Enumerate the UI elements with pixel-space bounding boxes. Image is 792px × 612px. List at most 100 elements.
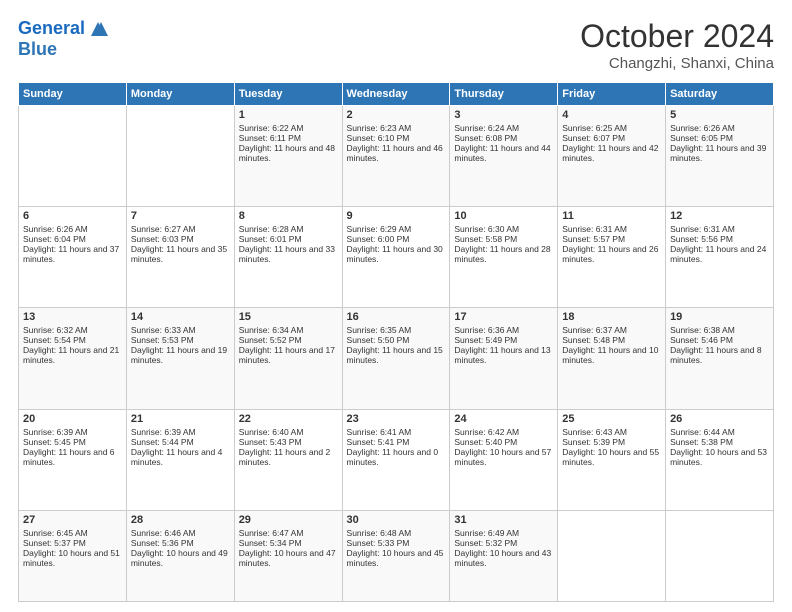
sunrise-text: Sunrise: 6:48 AM — [347, 528, 446, 538]
table-row — [19, 106, 127, 207]
sunset-text: Sunset: 5:43 PM — [239, 437, 338, 447]
table-row: 20 Sunrise: 6:39 AM Sunset: 5:45 PM Dayl… — [19, 409, 127, 510]
table-row: 5 Sunrise: 6:26 AM Sunset: 6:05 PM Dayli… — [666, 106, 774, 207]
table-row: 18 Sunrise: 6:37 AM Sunset: 5:48 PM Dayl… — [558, 308, 666, 409]
logo-text: General — [18, 19, 85, 39]
day-number: 23 — [347, 413, 446, 425]
logo: General Blue — [18, 18, 109, 60]
table-row: 16 Sunrise: 6:35 AM Sunset: 5:50 PM Dayl… — [342, 308, 450, 409]
sunrise-text: Sunrise: 6:35 AM — [347, 325, 446, 335]
day-number: 27 — [23, 514, 122, 526]
table-row: 22 Sunrise: 6:40 AM Sunset: 5:43 PM Dayl… — [234, 409, 342, 510]
sunrise-text: Sunrise: 6:30 AM — [454, 224, 553, 234]
table-row: 11 Sunrise: 6:31 AM Sunset: 5:57 PM Dayl… — [558, 207, 666, 308]
sunset-text: Sunset: 5:37 PM — [23, 538, 122, 548]
day-number: 29 — [239, 514, 338, 526]
daylight-text: Daylight: 11 hours and 39 minutes. — [670, 143, 769, 163]
daylight-text: Daylight: 11 hours and 48 minutes. — [239, 143, 338, 163]
table-row: 8 Sunrise: 6:28 AM Sunset: 6:01 PM Dayli… — [234, 207, 342, 308]
sunset-text: Sunset: 6:10 PM — [347, 133, 446, 143]
table-row: 19 Sunrise: 6:38 AM Sunset: 5:46 PM Dayl… — [666, 308, 774, 409]
sunset-text: Sunset: 5:34 PM — [239, 538, 338, 548]
title-block: October 2024 Changzhi, Shanxi, China — [580, 18, 774, 72]
day-number: 20 — [23, 413, 122, 425]
col-sunday: Sunday — [19, 83, 127, 106]
table-row: 6 Sunrise: 6:26 AM Sunset: 6:04 PM Dayli… — [19, 207, 127, 308]
day-number: 14 — [131, 311, 230, 323]
table-row: 3 Sunrise: 6:24 AM Sunset: 6:08 PM Dayli… — [450, 106, 558, 207]
daylight-text: Daylight: 10 hours and 49 minutes. — [131, 548, 230, 568]
sunset-text: Sunset: 5:44 PM — [131, 437, 230, 447]
sunset-text: Sunset: 6:03 PM — [131, 234, 230, 244]
daylight-text: Daylight: 10 hours and 51 minutes. — [23, 548, 122, 568]
daylight-text: Daylight: 11 hours and 28 minutes. — [454, 244, 553, 264]
day-number: 1 — [239, 109, 338, 121]
sunrise-text: Sunrise: 6:39 AM — [131, 427, 230, 437]
col-tuesday: Tuesday — [234, 83, 342, 106]
sunrise-text: Sunrise: 6:44 AM — [670, 427, 769, 437]
daylight-text: Daylight: 11 hours and 13 minutes. — [454, 345, 553, 365]
day-number: 16 — [347, 311, 446, 323]
daylight-text: Daylight: 10 hours and 53 minutes. — [670, 447, 769, 467]
daylight-text: Daylight: 11 hours and 30 minutes. — [347, 244, 446, 264]
table-row — [126, 106, 234, 207]
daylight-text: Daylight: 11 hours and 46 minutes. — [347, 143, 446, 163]
sunset-text: Sunset: 5:57 PM — [562, 234, 661, 244]
table-row: 29 Sunrise: 6:47 AM Sunset: 5:34 PM Dayl… — [234, 510, 342, 601]
calendar-week-row: 20 Sunrise: 6:39 AM Sunset: 5:45 PM Dayl… — [19, 409, 774, 510]
sunrise-text: Sunrise: 6:37 AM — [562, 325, 661, 335]
col-wednesday: Wednesday — [342, 83, 450, 106]
sunset-text: Sunset: 5:40 PM — [454, 437, 553, 447]
sunrise-text: Sunrise: 6:31 AM — [562, 224, 661, 234]
table-row: 1 Sunrise: 6:22 AM Sunset: 6:11 PM Dayli… — [234, 106, 342, 207]
daylight-text: Daylight: 10 hours and 57 minutes. — [454, 447, 553, 467]
sunrise-text: Sunrise: 6:27 AM — [131, 224, 230, 234]
sunrise-text: Sunrise: 6:34 AM — [239, 325, 338, 335]
sunset-text: Sunset: 6:11 PM — [239, 133, 338, 143]
calendar-week-row: 27 Sunrise: 6:45 AM Sunset: 5:37 PM Dayl… — [19, 510, 774, 601]
daylight-text: Daylight: 11 hours and 42 minutes. — [562, 143, 661, 163]
day-number: 4 — [562, 109, 661, 121]
col-monday: Monday — [126, 83, 234, 106]
day-number: 12 — [670, 210, 769, 222]
daylight-text: Daylight: 11 hours and 17 minutes. — [239, 345, 338, 365]
daylight-text: Daylight: 11 hours and 0 minutes. — [347, 447, 446, 467]
sunrise-text: Sunrise: 6:29 AM — [347, 224, 446, 234]
daylight-text: Daylight: 10 hours and 55 minutes. — [562, 447, 661, 467]
daylight-text: Daylight: 11 hours and 21 minutes. — [23, 345, 122, 365]
daylight-text: Daylight: 11 hours and 4 minutes. — [131, 447, 230, 467]
daylight-text: Daylight: 10 hours and 47 minutes. — [239, 548, 338, 568]
sunrise-text: Sunrise: 6:45 AM — [23, 528, 122, 538]
day-number: 13 — [23, 311, 122, 323]
sunrise-text: Sunrise: 6:40 AM — [239, 427, 338, 437]
daylight-text: Daylight: 11 hours and 37 minutes. — [23, 244, 122, 264]
calendar-header-row: Sunday Monday Tuesday Wednesday Thursday… — [19, 83, 774, 106]
sunset-text: Sunset: 5:46 PM — [670, 335, 769, 345]
daylight-text: Daylight: 11 hours and 35 minutes. — [131, 244, 230, 264]
sunrise-text: Sunrise: 6:42 AM — [454, 427, 553, 437]
sunset-text: Sunset: 5:58 PM — [454, 234, 553, 244]
sunset-text: Sunset: 5:49 PM — [454, 335, 553, 345]
sunrise-text: Sunrise: 6:36 AM — [454, 325, 553, 335]
daylight-text: Daylight: 10 hours and 43 minutes. — [454, 548, 553, 568]
day-number: 2 — [347, 109, 446, 121]
sunrise-text: Sunrise: 6:31 AM — [670, 224, 769, 234]
sunset-text: Sunset: 5:52 PM — [239, 335, 338, 345]
daylight-text: Daylight: 11 hours and 10 minutes. — [562, 345, 661, 365]
day-number: 18 — [562, 311, 661, 323]
calendar-table: Sunday Monday Tuesday Wednesday Thursday… — [18, 82, 774, 602]
calendar-week-row: 6 Sunrise: 6:26 AM Sunset: 6:04 PM Dayli… — [19, 207, 774, 308]
sunrise-text: Sunrise: 6:23 AM — [347, 123, 446, 133]
sunset-text: Sunset: 5:45 PM — [23, 437, 122, 447]
sunrise-text: Sunrise: 6:28 AM — [239, 224, 338, 234]
sunset-text: Sunset: 5:36 PM — [131, 538, 230, 548]
logo-icon — [87, 18, 109, 40]
sunset-text: Sunset: 6:07 PM — [562, 133, 661, 143]
table-row: 21 Sunrise: 6:39 AM Sunset: 5:44 PM Dayl… — [126, 409, 234, 510]
day-number: 26 — [670, 413, 769, 425]
location: Changzhi, Shanxi, China — [580, 55, 774, 72]
sunset-text: Sunset: 6:05 PM — [670, 133, 769, 143]
sunset-text: Sunset: 6:08 PM — [454, 133, 553, 143]
day-number: 15 — [239, 311, 338, 323]
sunset-text: Sunset: 5:56 PM — [670, 234, 769, 244]
